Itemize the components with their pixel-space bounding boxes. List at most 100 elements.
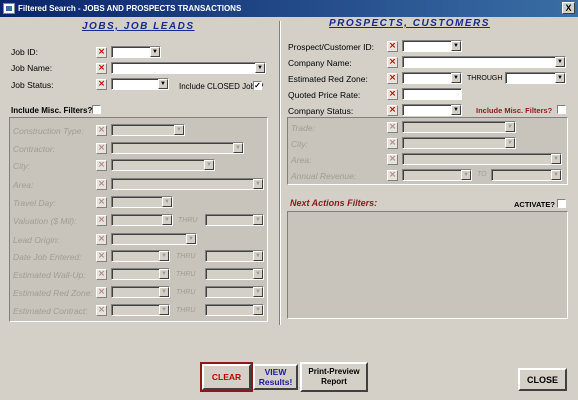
dropdown-arrow-icon[interactable]: ▼ xyxy=(158,79,168,89)
prospects-include-misc-checkbox[interactable] xyxy=(557,105,566,114)
company-name-combo[interactable]: ▼ xyxy=(402,56,566,68)
clear-travel-day-icon[interactable]: × xyxy=(96,197,107,208)
clear-job-id-icon[interactable]: × xyxy=(96,47,107,58)
company-status-combo[interactable]: ▼ xyxy=(402,104,462,116)
clear-jobs-city-icon[interactable]: × xyxy=(96,160,107,171)
dropdown-arrow-icon[interactable]: ▼ xyxy=(451,105,461,115)
dropdown-arrow-icon[interactable]: ▼ xyxy=(253,287,263,297)
annual-revenue-from-combo[interactable]: ▼ xyxy=(402,169,472,181)
dropdown-arrow-icon[interactable]: ▼ xyxy=(159,305,169,315)
clear-valuation-icon[interactable]: × xyxy=(96,215,107,226)
window-close-button[interactable]: X xyxy=(562,2,575,14)
prospect-id-combo[interactable]: ▼ xyxy=(402,40,462,52)
dropdown-arrow-icon[interactable]: ▼ xyxy=(555,73,565,83)
dropdown-arrow-icon[interactable]: ▼ xyxy=(159,269,169,279)
trade-combo[interactable]: ▼ xyxy=(402,121,516,133)
jobs-include-misc-checkbox[interactable] xyxy=(92,105,101,114)
clear-jobs-area-icon[interactable]: × xyxy=(96,179,107,190)
valuation-to-combo[interactable]: ▼ xyxy=(205,214,264,226)
est-contract-label: Estimated Contract: xyxy=(13,306,88,316)
clear-construction-type-icon[interactable]: × xyxy=(96,125,107,136)
jobs-area-combo[interactable]: ▼ xyxy=(111,178,264,190)
jobs-est-red-zone-label: Estimated Red Zone: xyxy=(13,288,93,298)
dropdown-arrow-icon[interactable]: ▼ xyxy=(174,125,184,135)
activate-checkbox[interactable] xyxy=(557,199,566,208)
prospects-red-zone-from-combo[interactable]: ▼ xyxy=(402,72,462,84)
print-preview-button[interactable]: Print-Preview Report xyxy=(300,362,368,392)
construction-type-combo[interactable]: ▼ xyxy=(111,124,185,136)
clear-prospects-area-icon[interactable]: × xyxy=(387,154,398,165)
job-id-combo[interactable]: ▼ xyxy=(111,46,161,58)
clear-job-name-icon[interactable]: × xyxy=(96,63,107,74)
clear-prospects-red-zone-icon[interactable]: × xyxy=(387,73,398,84)
prospects-area-combo[interactable]: ▼ xyxy=(402,153,562,165)
clear-quoted-price-icon[interactable]: × xyxy=(387,89,398,100)
dropdown-arrow-icon[interactable]: ▼ xyxy=(461,170,471,180)
clear-lead-origin-icon[interactable]: × xyxy=(96,234,107,245)
app-icon xyxy=(3,3,15,14)
valuation-from-combo[interactable]: ▼ xyxy=(111,214,173,226)
clear-job-status-icon[interactable]: × xyxy=(96,79,107,90)
dropdown-arrow-icon[interactable]: ▼ xyxy=(150,47,160,57)
est-contract-from-combo[interactable]: ▼ xyxy=(111,304,170,316)
jobs-red-zone-from-combo[interactable]: ▼ xyxy=(111,286,170,298)
est-contract-to-combo[interactable]: ▼ xyxy=(205,304,264,316)
through-label: THROUGH xyxy=(467,75,503,82)
dropdown-arrow-icon[interactable]: ▼ xyxy=(253,215,263,225)
jobs-red-zone-to-combo[interactable]: ▼ xyxy=(205,286,264,298)
jobs-city-combo[interactable]: ▼ xyxy=(111,159,215,171)
dropdown-arrow-icon[interactable]: ▼ xyxy=(159,287,169,297)
dropdown-arrow-icon[interactable]: ▼ xyxy=(551,170,561,180)
annual-revenue-label: Annual Revenue: xyxy=(291,171,357,181)
clear-prospect-id-icon[interactable]: × xyxy=(387,41,398,52)
date-entered-to-combo[interactable]: ▼ xyxy=(205,250,264,262)
dropdown-arrow-icon[interactable]: ▼ xyxy=(255,63,265,73)
view-results-button[interactable]: VIEW Results! xyxy=(253,364,298,390)
dropdown-arrow-icon[interactable]: ▼ xyxy=(253,305,263,315)
include-closed-checkbox[interactable]: ✓ xyxy=(253,81,262,90)
clear-trade-icon[interactable]: × xyxy=(387,122,398,133)
est-wrapup-to-combo[interactable]: ▼ xyxy=(205,268,264,280)
clear-company-name-icon[interactable]: × xyxy=(387,57,398,68)
dropdown-arrow-icon[interactable]: ▼ xyxy=(233,143,243,153)
annual-revenue-to-combo[interactable]: ▼ xyxy=(491,169,562,181)
job-status-combo[interactable]: ▼ xyxy=(111,78,169,90)
contractor-combo[interactable]: ▼ xyxy=(111,142,244,154)
dropdown-arrow-icon[interactable]: ▼ xyxy=(159,251,169,261)
clear-est-contract-icon[interactable]: × xyxy=(96,305,107,316)
est-wrapup-from-combo[interactable]: ▼ xyxy=(111,268,170,280)
next-actions-title: Next Actions Filters: xyxy=(290,198,378,208)
dropdown-arrow-icon[interactable]: ▼ xyxy=(451,41,461,51)
travel-day-combo[interactable]: ▼ xyxy=(111,196,173,208)
dropdown-arrow-icon[interactable]: ▼ xyxy=(253,269,263,279)
lead-origin-combo[interactable]: ▼ xyxy=(111,233,197,245)
dropdown-arrow-icon[interactable]: ▼ xyxy=(253,179,263,189)
date-entered-from-combo[interactable]: ▼ xyxy=(111,250,170,262)
prospect-id-label: Prospect/Customer ID: xyxy=(288,42,374,52)
trade-label: Trade: xyxy=(291,123,315,133)
prospects-city-combo[interactable]: ▼ xyxy=(402,137,516,149)
quoted-price-rate-field[interactable] xyxy=(402,88,462,100)
dropdown-arrow-icon[interactable]: ▼ xyxy=(505,122,515,132)
dropdown-arrow-icon[interactable]: ▼ xyxy=(505,138,515,148)
job-name-combo[interactable]: ▼ xyxy=(111,62,266,74)
dropdown-arrow-icon[interactable]: ▼ xyxy=(555,57,565,67)
dropdown-arrow-icon[interactable]: ▼ xyxy=(162,215,172,225)
dropdown-arrow-icon[interactable]: ▼ xyxy=(162,197,172,207)
clear-contractor-icon[interactable]: × xyxy=(96,143,107,154)
clear-date-entered-icon[interactable]: × xyxy=(96,251,107,262)
dropdown-arrow-icon[interactable]: ▼ xyxy=(451,73,461,83)
close-button[interactable]: CLOSE xyxy=(518,368,567,391)
clear-company-status-icon[interactable]: × xyxy=(387,105,398,116)
title-bar: Filtered Search - JOBS AND PROSPECTS TRA… xyxy=(0,0,578,17)
dropdown-arrow-icon[interactable]: ▼ xyxy=(186,234,196,244)
clear-button[interactable]: CLEAR xyxy=(202,364,251,390)
dropdown-arrow-icon[interactable]: ▼ xyxy=(204,160,214,170)
clear-annual-revenue-icon[interactable]: × xyxy=(387,170,398,181)
dropdown-arrow-icon[interactable]: ▼ xyxy=(253,251,263,261)
clear-jobs-red-zone-icon[interactable]: × xyxy=(96,287,107,298)
dropdown-arrow-icon[interactable]: ▼ xyxy=(551,154,561,164)
prospects-red-zone-to-combo[interactable]: ▼ xyxy=(505,72,566,84)
clear-est-wrapup-icon[interactable]: × xyxy=(96,269,107,280)
clear-prospects-city-icon[interactable]: × xyxy=(387,138,398,149)
